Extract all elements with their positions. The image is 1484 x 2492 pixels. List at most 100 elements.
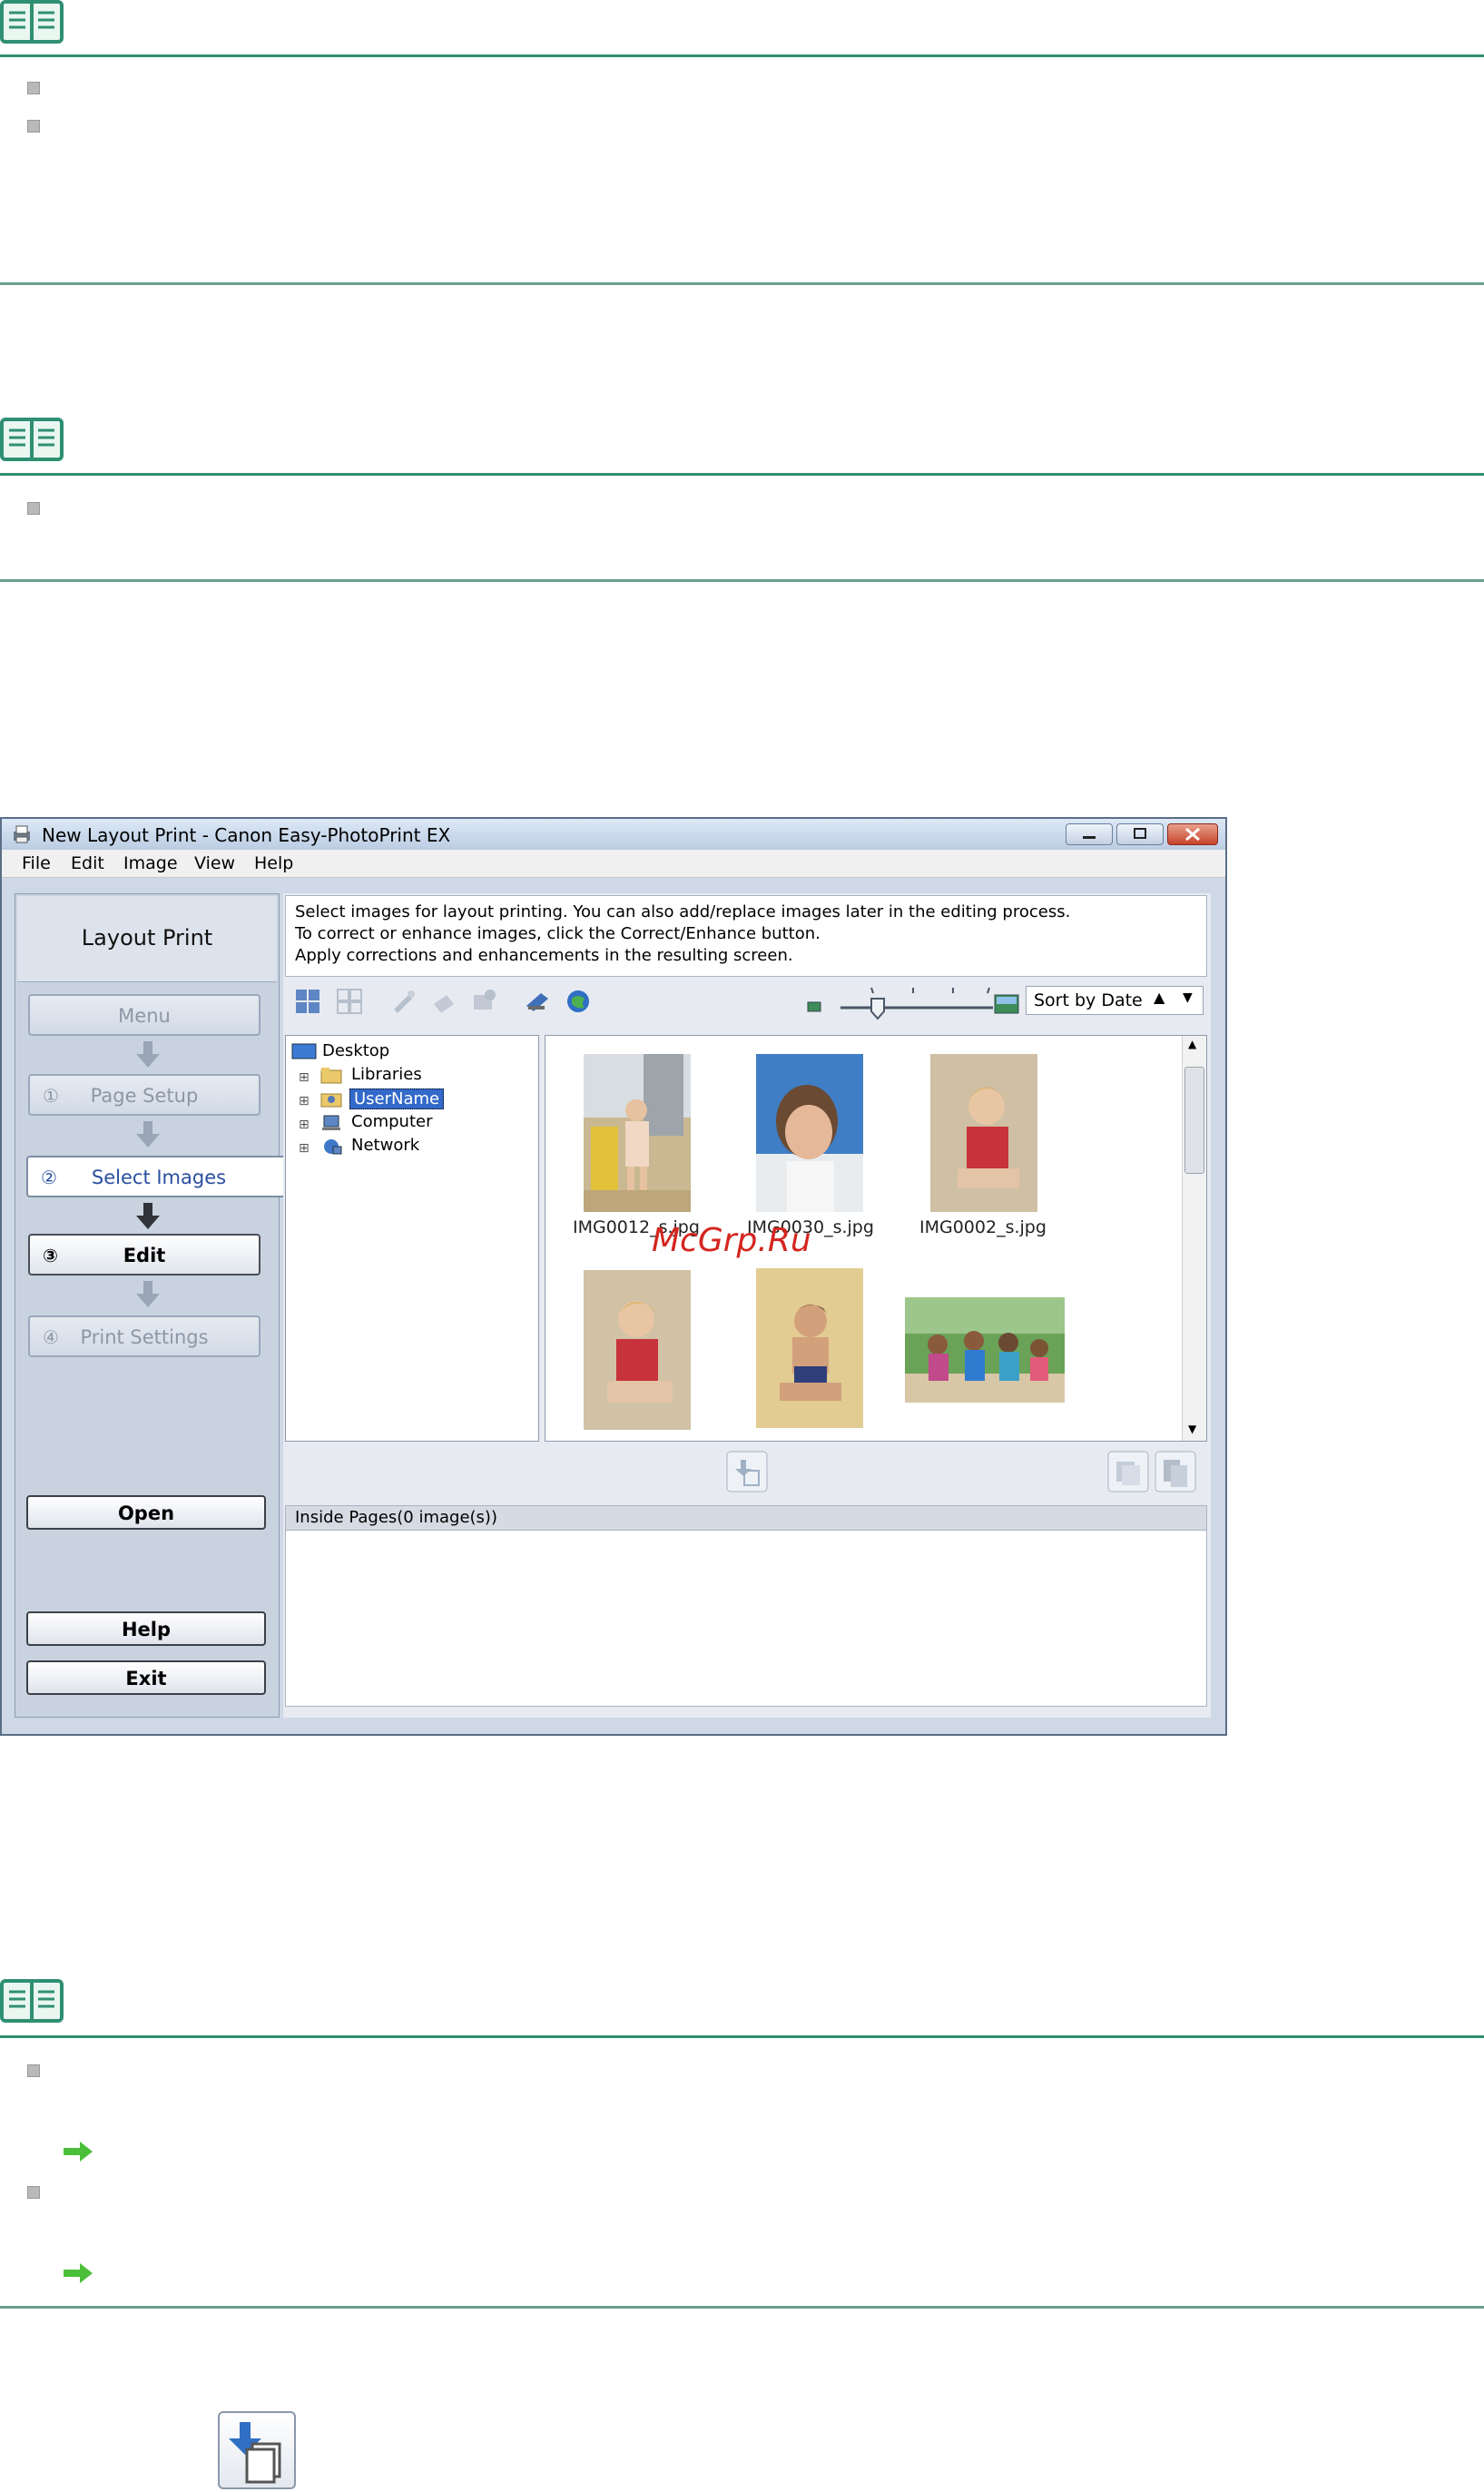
menu-bar: File Edit Image View Help [2, 850, 1225, 878]
maximize-icon [1134, 828, 1146, 839]
scrollbar-thumb[interactable] [1184, 1067, 1204, 1174]
app-window: New Layout Print - Canon Easy-PhotoPrint… [0, 817, 1227, 1736]
folder-icon [320, 1068, 342, 1084]
note-book-icon [0, 0, 64, 44]
remove-all-button[interactable] [1155, 1451, 1196, 1492]
tree-item-libraries[interactable]: Libraries [351, 1065, 422, 1084]
title-bar: New Layout Print - Canon Easy-PhotoPrint… [2, 819, 1225, 850]
menu-button[interactable]: Menu [28, 994, 260, 1036]
step-label: Print Settings [80, 1326, 209, 1348]
menu-file[interactable]: File [22, 853, 51, 873]
thumbnail-area: IMG0012_s.jpg IMG0030_s.jpg IMG0002_s.jp… [545, 1035, 1207, 1442]
network-icon [324, 1139, 342, 1155]
photo-thumbnail[interactable] [930, 1054, 1037, 1212]
tree-item-computer[interactable]: Computer [351, 1112, 432, 1131]
open-button[interactable]: Open [26, 1495, 266, 1530]
deselect-all-icon[interactable] [336, 988, 363, 1015]
instruction-line: Apply corrections and enhancements in th… [295, 946, 793, 965]
note-bottom-rule [0, 2306, 1484, 2309]
link-arrow-icon[interactable] [62, 2141, 94, 2162]
add-all-pages-button[interactable] [1107, 1451, 1149, 1492]
add-image-icon [229, 2422, 281, 2484]
watermark: McGrp.Ru [652, 1222, 811, 1259]
down-arrow-icon [136, 1121, 160, 1148]
bullet-marker [27, 502, 40, 515]
minimize-icon [1083, 836, 1096, 839]
note-top-rule [0, 2035, 1484, 2038]
thumbnail-size-slider[interactable] [835, 984, 998, 1020]
menu-image[interactable]: Image [123, 853, 178, 873]
vertical-scrollbar[interactable]: ▲ ▼ [1182, 1036, 1206, 1441]
note-top-rule [0, 473, 1484, 476]
exit-button[interactable]: Exit [26, 1660, 266, 1695]
expand-icon[interactable]: ⊞ [299, 1094, 310, 1108]
photo-thumbnail[interactable] [584, 1054, 691, 1212]
instruction-line: To correct or enhance images, click the … [295, 924, 821, 943]
menu-view[interactable]: View [194, 853, 235, 873]
correct-enhance-icon[interactable] [390, 988, 418, 1015]
step-label: Select Images [91, 1167, 227, 1188]
expand-icon[interactable]: ⊞ [299, 1141, 310, 1156]
note-top-rule [0, 54, 1484, 57]
thumbnail-caption: IMG0002_s.jpg [919, 1217, 1047, 1237]
tree-item-network[interactable]: Network [351, 1136, 419, 1155]
inside-pages-header: Inside Pages(0 image(s)) [285, 1505, 1207, 1531]
select-all-icon[interactable] [294, 988, 321, 1015]
scroll-down-icon[interactable]: ▼ [1188, 1423, 1196, 1435]
scroll-up-icon[interactable]: ▲ [1188, 1038, 1196, 1050]
desktop-icon [291, 1043, 317, 1059]
close-icon [1185, 827, 1200, 842]
photo-thumbnail[interactable] [756, 1268, 863, 1428]
step-page-setup-button[interactable]: ① Page Setup [28, 1074, 260, 1116]
down-arrow-icon [136, 1041, 160, 1068]
sort-select-value: Sort by Date [1034, 990, 1143, 1010]
info-icon[interactable] [470, 988, 497, 1015]
bullet-marker [27, 2064, 40, 2077]
step-edit-button[interactable]: ③ Edit [28, 1234, 260, 1276]
tree-item-desktop[interactable]: Desktop [322, 1041, 389, 1060]
folder-tree: Desktop ⊞ Libraries ⊞ UserName ⊞ Compute… [285, 1035, 539, 1442]
photo-thumbnail[interactable] [756, 1054, 863, 1212]
link-arrow-icon[interactable] [62, 2262, 94, 2284]
add-image-button-illustration [218, 2411, 296, 2489]
scan-icon[interactable] [523, 988, 550, 1015]
photo-thumbnail[interactable] [905, 1297, 1065, 1403]
large-thumbnail-icon[interactable] [993, 990, 1020, 1017]
menu-help[interactable]: Help [254, 853, 293, 873]
tree-item-username[interactable]: UserName [349, 1088, 445, 1109]
close-button[interactable] [1167, 823, 1218, 845]
exit-button-label: Exit [125, 1668, 167, 1689]
maximize-button[interactable] [1116, 823, 1164, 845]
main-panel: Select images for layout printing. You c… [283, 893, 1211, 1718]
instruction-line: Select images for layout printing. You c… [295, 902, 1071, 921]
step-label: Page Setup [90, 1085, 199, 1107]
note-bottom-rule [0, 579, 1484, 582]
web-service-icon[interactable] [565, 988, 592, 1015]
small-thumbnail-icon[interactable] [801, 993, 828, 1020]
inside-pages-area [285, 1531, 1207, 1707]
step-select-images-tab[interactable]: ② Select Images [26, 1156, 290, 1197]
panel-title: Layout Print [81, 925, 213, 951]
note-book-icon [0, 418, 64, 461]
help-button[interactable]: Help [26, 1611, 266, 1646]
bullet-marker [27, 82, 40, 94]
bullet-marker [27, 120, 40, 133]
menu-edit[interactable]: Edit [71, 853, 104, 873]
menu-button-label: Menu [118, 1005, 171, 1027]
photo-thumbnail[interactable] [584, 1270, 691, 1430]
down-arrow-icon [136, 1281, 160, 1307]
chevron-down-icon: ▼ [1183, 990, 1193, 1005]
expand-icon[interactable]: ⊞ [299, 1070, 310, 1085]
panel-header: Layout Print [17, 896, 277, 982]
rotate-icon[interactable] [430, 988, 457, 1015]
expand-icon[interactable]: ⊞ [299, 1118, 310, 1132]
minimize-button[interactable] [1066, 823, 1113, 845]
add-image-button[interactable] [726, 1451, 768, 1492]
left-navigation-panel: Layout Print Menu ① Page Setup ② Select … [15, 893, 290, 1718]
computer-icon [322, 1115, 340, 1130]
app-printer-icon [14, 825, 30, 843]
sort-select[interactable]: Sort by Date ▲ ▼ [1026, 986, 1204, 1015]
step-print-settings-button[interactable]: ④ Print Settings [28, 1315, 260, 1357]
down-arrow-icon [136, 1203, 160, 1229]
user-folder-icon [320, 1093, 342, 1108]
